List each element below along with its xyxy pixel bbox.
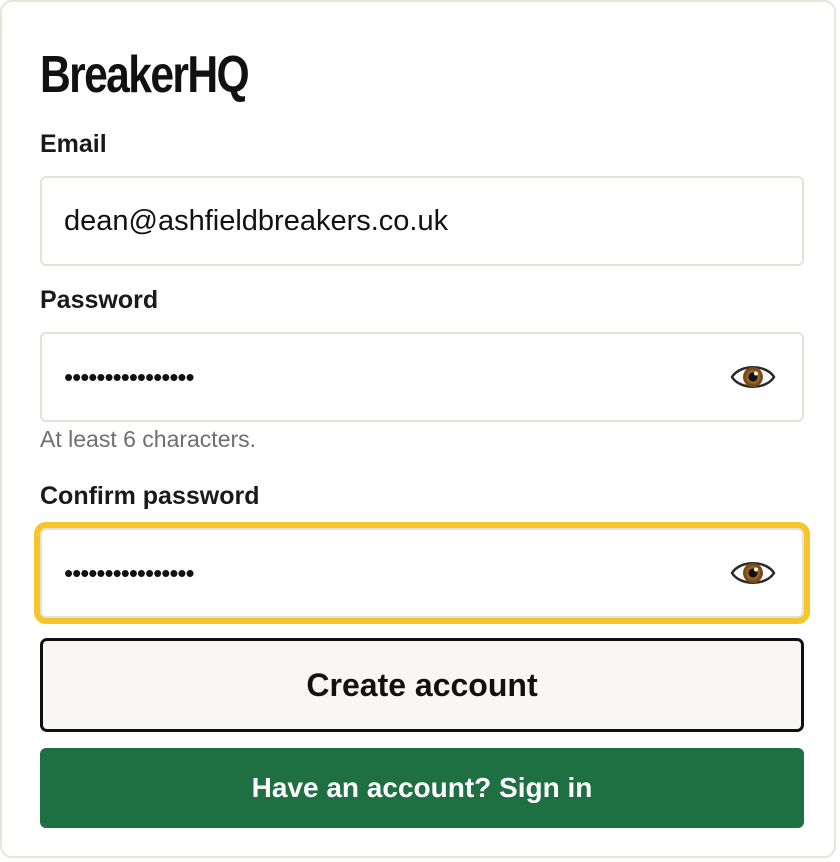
eye-icon[interactable]: [730, 360, 776, 394]
password-label: Password: [40, 286, 159, 314]
confirm-password-label: Confirm password: [40, 482, 260, 510]
eye-icon[interactable]: [730, 556, 776, 590]
email-input[interactable]: [64, 178, 724, 264]
email-label: Email: [40, 130, 107, 158]
signup-card: BreakerHQ Email Password At least 6 char…: [0, 0, 836, 858]
confirm-password-field-container: [40, 528, 804, 618]
email-field-container: [40, 176, 804, 266]
sign-in-button[interactable]: Have an account? Sign in: [40, 748, 804, 828]
password-hint: At least 6 characters.: [40, 426, 257, 452]
create-account-button[interactable]: Create account: [40, 638, 804, 732]
password-field-container: [40, 332, 804, 422]
brand-logo: BreakerHQ: [40, 46, 250, 104]
password-input[interactable]: [64, 334, 724, 420]
confirm-password-input[interactable]: [64, 530, 724, 616]
